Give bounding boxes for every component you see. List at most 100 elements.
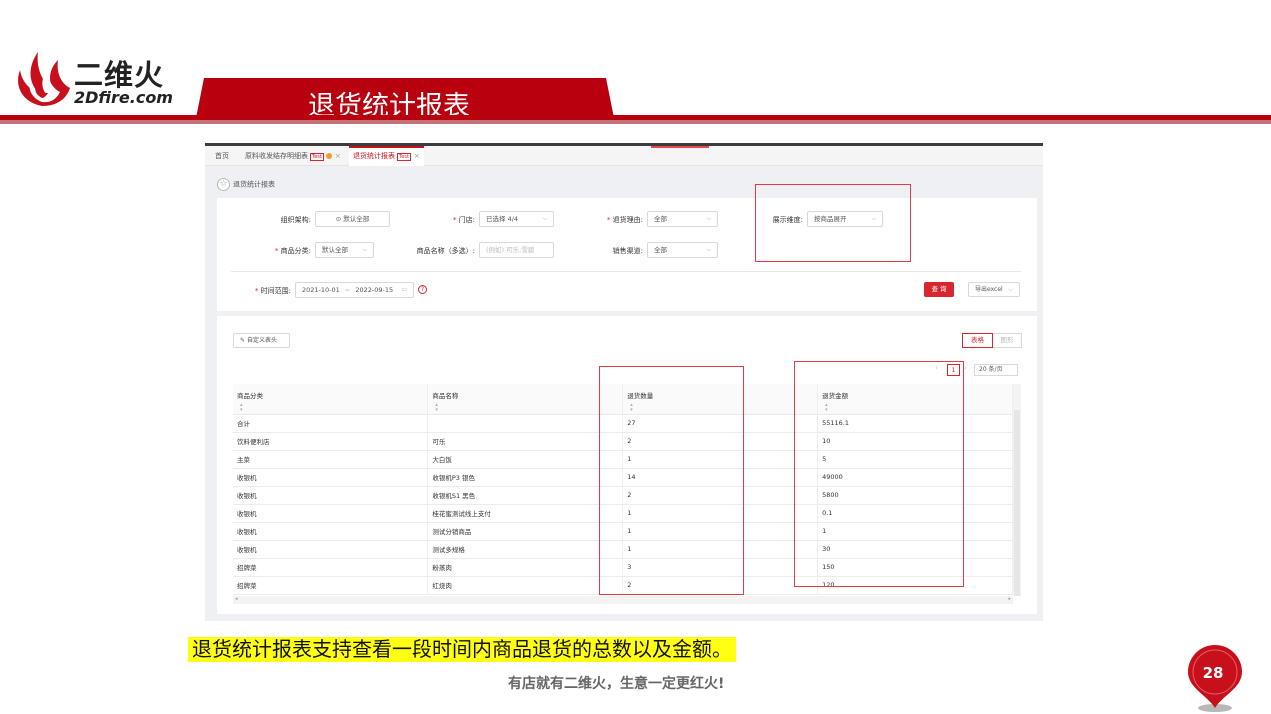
date-separator: ~ bbox=[344, 286, 351, 294]
category-label-text: 商品分类: bbox=[280, 247, 311, 255]
column-header[interactable]: 商品分类 ▴ ▾ bbox=[233, 384, 429, 415]
sort-icon[interactable]: ▴ ▾ bbox=[435, 403, 622, 413]
table-cell: 收银机 bbox=[233, 540, 429, 559]
chevron-down-icon: ⌵ bbox=[362, 246, 367, 253]
chevron-down-icon: ⌵ bbox=[542, 215, 547, 222]
calendar-icon: ▭ bbox=[401, 286, 407, 293]
caption: 退货统计报表支持查看一段时间内商品退货的总数以及金额。 bbox=[188, 637, 736, 662]
channel-select[interactable]: 全部 ⌵ bbox=[647, 242, 718, 258]
tab-tag: Test bbox=[397, 153, 411, 161]
time-label: * 时间范围: bbox=[254, 287, 291, 295]
export-button[interactable]: 导出excel ⌵ bbox=[968, 282, 1020, 297]
help-circle-icon[interactable]: ? bbox=[418, 285, 427, 294]
tab-return-report[interactable]: 退货统计报表 Test × bbox=[349, 146, 424, 166]
store-label-text: 门店: bbox=[458, 216, 475, 224]
reason-value: 全部 bbox=[654, 215, 667, 223]
table-cell: 招牌菜 bbox=[233, 576, 429, 595]
table-cell: 可乐 bbox=[427, 432, 624, 451]
breadcrumb: ☆ 退货统计报表 bbox=[217, 178, 275, 191]
slogan: 有店就有二维火，生意一定更红火! bbox=[508, 676, 725, 692]
scrollbar-thumb[interactable] bbox=[1014, 410, 1020, 596]
tab-tag: Test bbox=[310, 153, 324, 161]
arrow-right-icon[interactable]: ▸ bbox=[1008, 596, 1011, 602]
reason-label: * 退货理由: bbox=[606, 216, 643, 224]
date-start: 2021-10-01 bbox=[302, 286, 340, 294]
highlight-box-dimension bbox=[755, 184, 911, 262]
store-label: * 门店: bbox=[452, 216, 475, 224]
close-icon[interactable]: × bbox=[335, 152, 341, 160]
table-cell: 收银机P3 银色 bbox=[427, 468, 624, 487]
filter-panel: 组织架构: ⊙ 默认全部 * 门店: 已选择 4/4 ⌵ * 退货理由: 全部 ⌵ … bbox=[217, 198, 1037, 311]
tab-home-label: 首页 bbox=[215, 152, 229, 160]
store-value: 已选择 4/4 bbox=[486, 215, 519, 223]
tab-return-label: 退货统计报表 bbox=[353, 152, 395, 160]
view-table-toggle[interactable]: 表格 bbox=[962, 333, 993, 348]
table-cell: 收银机 bbox=[233, 504, 429, 523]
column-header[interactable]: 商品名称 ▴ ▾ bbox=[427, 384, 624, 415]
arrow-left-icon[interactable]: ◂ bbox=[235, 596, 238, 602]
brand-name-en: 2Dfire.com bbox=[74, 88, 173, 107]
highlight-box-quantity bbox=[599, 366, 744, 595]
slide: 二维火 2Dfire.com 退货统计报表 首页 原料收发结存明细表 Test × … bbox=[0, 0, 1271, 714]
column-header-label: 商品名称 bbox=[432, 392, 459, 400]
date-range-picker[interactable]: 2021-10-01 ~ 2022-09-15 ▭ bbox=[295, 282, 414, 298]
table-cell: 收银机S1 黑色 bbox=[427, 486, 624, 505]
name-input[interactable]: (例如) 可乐;雪碧 bbox=[479, 242, 554, 258]
horizontal-scrollbar[interactable]: ◂ ▸ bbox=[233, 596, 1013, 604]
table-cell: 合计 bbox=[233, 414, 429, 433]
tab-bar: 首页 原料收发结存明细表 Test × 退货统计报表 Test × bbox=[205, 146, 1043, 166]
vertical-scrollbar[interactable] bbox=[1013, 384, 1021, 596]
store-select[interactable]: 已选择 4/4 ⌵ bbox=[479, 211, 554, 227]
tab-home[interactable]: 首页 bbox=[211, 146, 233, 166]
table-cell: 大白饭 bbox=[427, 450, 624, 469]
channel-value: 全部 bbox=[654, 246, 667, 254]
table-cell bbox=[427, 414, 624, 433]
reason-label-text: 退货理由: bbox=[612, 216, 643, 224]
chevron-down-icon: ⌵ bbox=[706, 246, 711, 253]
table-cell: 红烧肉 bbox=[427, 576, 624, 595]
time-label-text: 时间范围: bbox=[260, 287, 291, 295]
org-select[interactable]: ⊙ 默认全部 bbox=[315, 211, 390, 227]
table-cell: 测试分销商品 bbox=[427, 522, 624, 541]
table-cell: 招牌菜 bbox=[233, 558, 429, 577]
notification-dot-icon bbox=[325, 153, 332, 159]
tab-material-label: 原料收发结存明细表 bbox=[245, 152, 308, 160]
table-cell: 收银机 bbox=[233, 486, 429, 505]
table-cell: 测试多规格 bbox=[427, 540, 624, 559]
chevron-right-icon[interactable]: › bbox=[964, 364, 967, 372]
category-label: * 商品分类: bbox=[274, 247, 311, 255]
title-rule-shadow bbox=[0, 120, 1271, 124]
reason-select[interactable]: 全部 ⌵ bbox=[647, 211, 718, 227]
table-cell: 收银机 bbox=[233, 468, 429, 487]
star-icon[interactable]: ☆ bbox=[217, 178, 230, 191]
header-accent bbox=[651, 146, 709, 148]
date-end: 2022-09-15 bbox=[355, 286, 394, 294]
export-label: 导出excel bbox=[975, 286, 1003, 293]
close-icon[interactable]: × bbox=[414, 152, 420, 160]
table-cell: 桂花蜜测试线上支付 bbox=[427, 504, 624, 523]
table-cell: 饮料便利店 bbox=[233, 432, 429, 451]
divider bbox=[231, 271, 1021, 272]
edit-icon: ✎ bbox=[240, 337, 247, 344]
sort-icon[interactable]: ▴ ▾ bbox=[240, 403, 427, 413]
column-header-label: 商品分类 bbox=[237, 392, 263, 400]
highlight-box-amount bbox=[794, 361, 964, 587]
table-cell: 收银机 bbox=[233, 522, 429, 541]
tab-material-report[interactable]: 原料收发结存明细表 Test × bbox=[241, 146, 345, 166]
chevron-down-icon: ⌵ bbox=[1008, 286, 1013, 293]
flame-logo-icon bbox=[18, 52, 70, 106]
category-select[interactable]: 默认全部 ⌵ bbox=[315, 242, 374, 258]
channel-label: 销售渠道: bbox=[612, 247, 643, 255]
category-value: 默认全部 bbox=[322, 246, 348, 254]
chevron-down-icon: ⌵ bbox=[706, 215, 711, 222]
brand-logo: 二维火 2Dfire.com bbox=[12, 48, 182, 110]
query-button[interactable]: 查 询 bbox=[924, 282, 954, 297]
custom-header-label: 自定义表头 bbox=[246, 337, 277, 344]
view-chart-toggle[interactable]: 图形 bbox=[993, 333, 1022, 348]
breadcrumb-text: 退货统计报表 bbox=[233, 180, 275, 189]
page-size-select[interactable]: 20 条/页 bbox=[974, 364, 1018, 376]
org-label: 组织架构: bbox=[280, 216, 311, 224]
table-cell: 主菜 bbox=[233, 450, 429, 469]
name-label: 商品名称（多选）: bbox=[416, 247, 475, 255]
custom-header-button[interactable]: ✎ 自定义表头 bbox=[233, 333, 290, 348]
